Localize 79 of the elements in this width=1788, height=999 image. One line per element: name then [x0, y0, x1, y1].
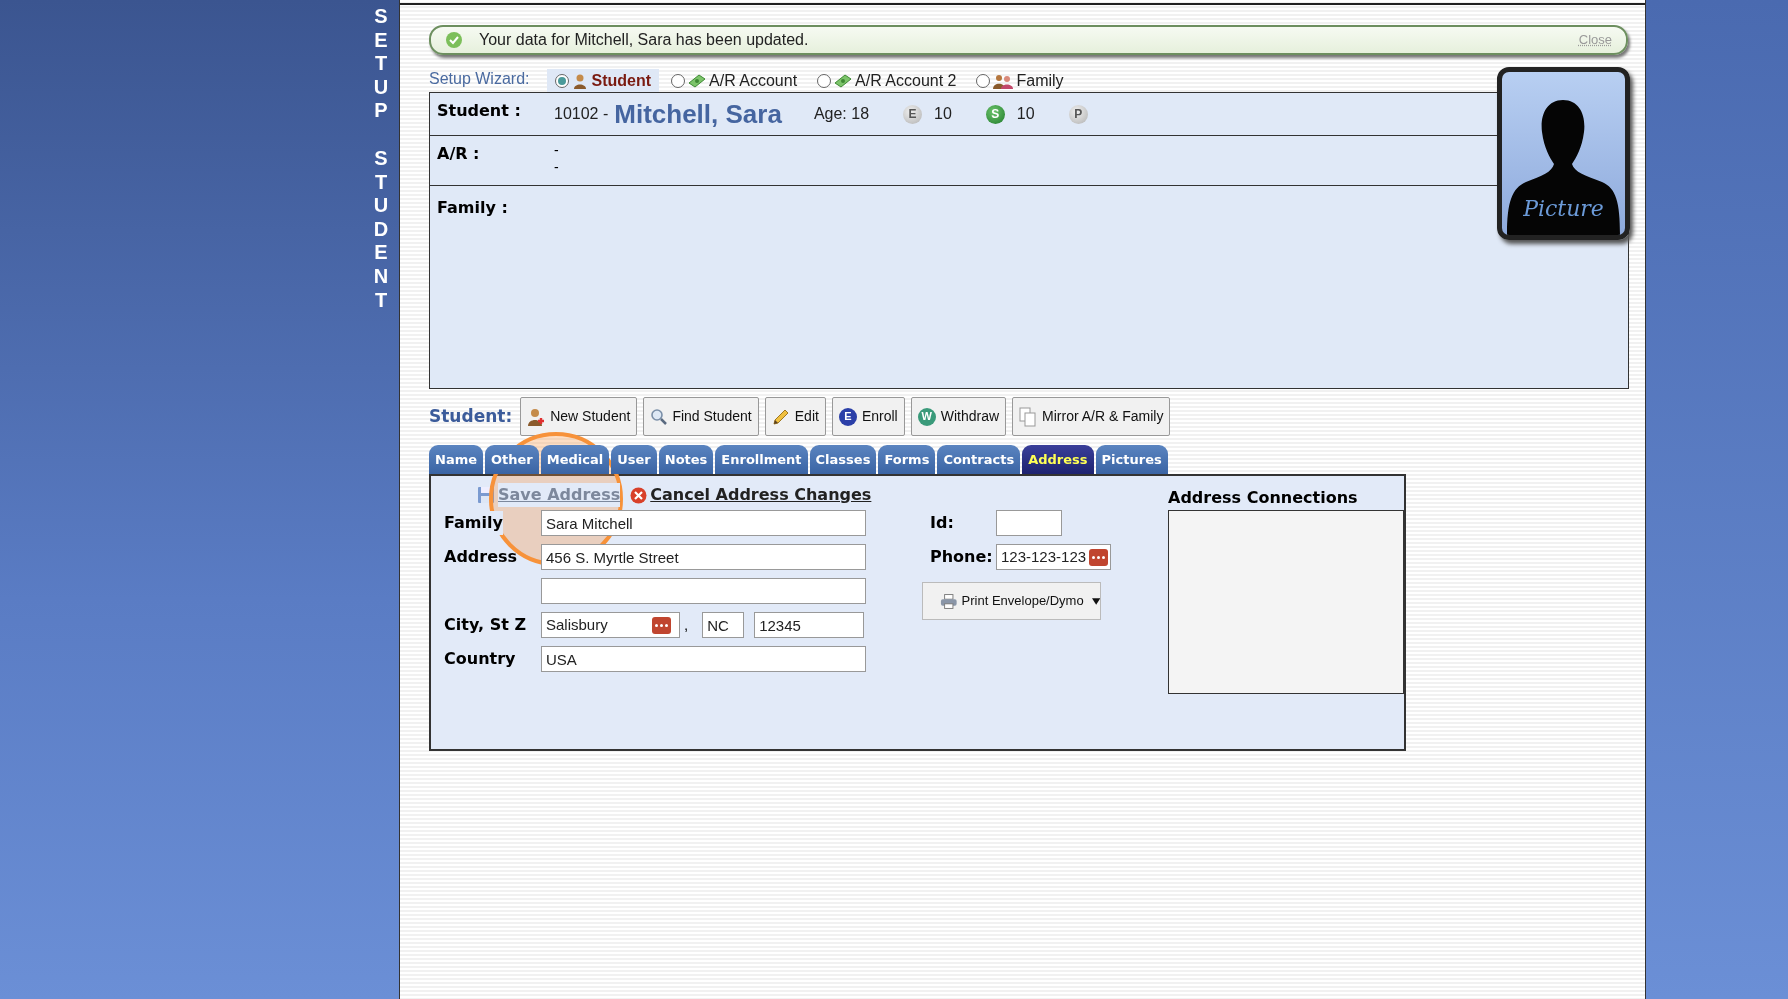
success-icon — [445, 31, 463, 49]
address-line-field[interactable]: 456 S. Myrtle Street — [541, 544, 866, 570]
radio-button[interactable] — [555, 73, 570, 88]
printer-icon — [940, 592, 958, 610]
tab[interactable]: Medical — [540, 445, 610, 474]
search-icon — [650, 408, 668, 425]
field-label: Student : — [437, 100, 522, 122]
tab[interactable]: Name — [429, 445, 483, 474]
radio-button[interactable] — [976, 73, 991, 88]
picture-label: Picture — [1523, 195, 1604, 223]
vertical-title: STUDENT — [372, 146, 390, 313]
toolbar-label: Student: — [429, 404, 513, 428]
cancel-changes-link[interactable]: Cancel Address Changes — [650, 483, 872, 507]
vertical-title: SETUP — [372, 5, 390, 123]
toolbar-button[interactable]: E Enroll — [831, 397, 905, 436]
student-age: Age: 18 — [813, 104, 870, 124]
caret-icon — [1091, 597, 1100, 605]
more-icon[interactable] — [1089, 548, 1108, 566]
person-add-icon — [527, 407, 546, 426]
letter-icon: E — [838, 407, 857, 426]
toolbar-button[interactable]: Find Student — [643, 397, 759, 436]
address-line-field[interactable] — [541, 578, 866, 604]
badge-count: 10 — [1016, 104, 1035, 124]
letter-icon: W — [917, 407, 936, 426]
toolbar-button[interactable]: Mirror A/R & Family — [1012, 397, 1171, 436]
tab[interactable]: Enrollment — [715, 445, 808, 474]
toolbar-button[interactable]: W Withdraw — [910, 397, 1007, 436]
radio-button[interactable] — [817, 73, 832, 88]
field-label: Phone: — [930, 546, 994, 568]
field-label: A/R : — [437, 143, 481, 165]
status-badge: S — [985, 104, 1005, 124]
field-label: Id: — [930, 512, 955, 534]
phone-field[interactable]: 123-123-123 — [996, 544, 1111, 570]
badge-count: 10 — [934, 104, 952, 124]
tab[interactable]: Forms — [878, 445, 936, 474]
ar-line: - — [554, 159, 559, 176]
id-field[interactable] — [996, 510, 1062, 536]
field-label: Family — [444, 511, 503, 535]
cancel-icon — [630, 486, 648, 504]
wizard-option[interactable]: Student — [547, 69, 660, 92]
student-id: 10102 - — [554, 104, 609, 124]
tab[interactable]: Contracts — [937, 445, 1021, 474]
more-icon[interactable] — [652, 616, 671, 634]
banknote-icon — [688, 73, 707, 88]
person-icon — [572, 72, 589, 89]
field-label: Address — [444, 546, 519, 568]
country-field[interactable]: USA — [541, 646, 866, 672]
toolbar-button[interactable]: Edit — [764, 397, 826, 436]
wizard-label: Setup Wizard: — [429, 69, 530, 89]
tab[interactable]: Pictures — [1095, 445, 1168, 474]
student-name: Mitchell, Sara — [614, 97, 782, 131]
radio-button[interactable] — [671, 73, 686, 88]
tab[interactable]: Notes — [658, 445, 714, 474]
state-field[interactable]: NC — [702, 612, 745, 638]
pencil-icon — [771, 407, 790, 426]
notification-message: Your data for Mitchell, Sara has been updated. — [479, 30, 809, 50]
documents-icon — [1019, 406, 1038, 427]
zip-field[interactable]: 12345 — [754, 612, 865, 638]
wizard-option[interactable]: Family — [968, 69, 1072, 92]
field-label: Country — [444, 648, 517, 670]
tab[interactable]: User — [611, 445, 657, 474]
family-name-field[interactable]: Sara Mitchell — [541, 510, 866, 536]
tab[interactable]: Other — [485, 445, 539, 474]
banknote-icon — [834, 73, 853, 88]
connections-title: Address Connections — [1168, 487, 1359, 509]
city-field[interactable]: Salisbury — [541, 612, 680, 638]
status-badge: E — [903, 104, 923, 124]
print-envelope-button[interactable]: Print Envelope/Dymo — [922, 582, 1101, 620]
tab[interactable]: Classes — [809, 445, 877, 474]
tab[interactable]: Address — [1022, 445, 1094, 474]
status-badge: P — [1068, 104, 1088, 124]
people-icon — [993, 72, 1014, 89]
field-label: Family : — [437, 198, 508, 217]
separator-text: , — [684, 614, 689, 635]
ar-line: - — [554, 142, 559, 159]
toolbar-button[interactable]: New Student — [520, 397, 638, 436]
field-label: City, St Z — [444, 614, 528, 636]
wizard-option[interactable]: A/R Account 2 — [809, 69, 965, 92]
wizard-option[interactable]: A/R Account — [663, 69, 806, 92]
